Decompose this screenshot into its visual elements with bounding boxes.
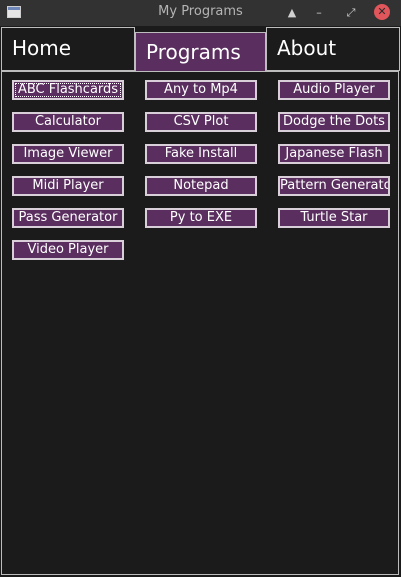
turtle-star-button[interactable]: Turtle Star (278, 208, 390, 228)
any-to-mp4-button[interactable]: Any to Mp4 (145, 80, 257, 100)
audio-player-button[interactable]: Audio Player (278, 80, 390, 100)
abc-flashcards-button[interactable]: ABC Flashcards (12, 80, 124, 100)
japanese-flash-button[interactable]: Japanese Flash (278, 144, 390, 164)
close-icon[interactable]: ✕ (374, 4, 390, 20)
minimize-icon[interactable]: – (310, 4, 328, 22)
pattern-generator-button[interactable]: Pattern Generator (278, 176, 390, 196)
pass-generator-button[interactable]: Pass Generator (12, 208, 124, 228)
app-window: My Programs ▲ – ⤢ ✕ Home Programs About … (0, 0, 401, 577)
csv-plot-button[interactable]: CSV Plot (145, 112, 257, 132)
keep-above-icon[interactable]: ▲ (283, 4, 301, 22)
notepad-button[interactable]: Notepad (145, 176, 257, 196)
tab-programs[interactable]: Programs (135, 32, 266, 72)
programs-pane: ABC Flashcards Calculator Image Viewer M… (1, 71, 399, 575)
calculator-button[interactable]: Calculator (12, 112, 124, 132)
title-bar[interactable]: My Programs ▲ – ⤢ ✕ (0, 0, 401, 26)
maximize-icon[interactable]: ⤢ (342, 4, 360, 22)
tab-bar: Home Programs About (0, 26, 401, 72)
py-to-exe-button[interactable]: Py to EXE (145, 208, 257, 228)
video-player-button[interactable]: Video Player (12, 240, 124, 260)
window-title: My Programs (158, 4, 243, 19)
midi-player-button[interactable]: Midi Player (12, 176, 124, 196)
image-viewer-button[interactable]: Image Viewer (12, 144, 124, 164)
dodge-the-dots-button[interactable]: Dodge the Dots (278, 112, 390, 132)
tab-about[interactable]: About (266, 27, 400, 71)
tab-home[interactable]: Home (1, 27, 135, 71)
fake-install-button[interactable]: Fake Install (145, 144, 257, 164)
